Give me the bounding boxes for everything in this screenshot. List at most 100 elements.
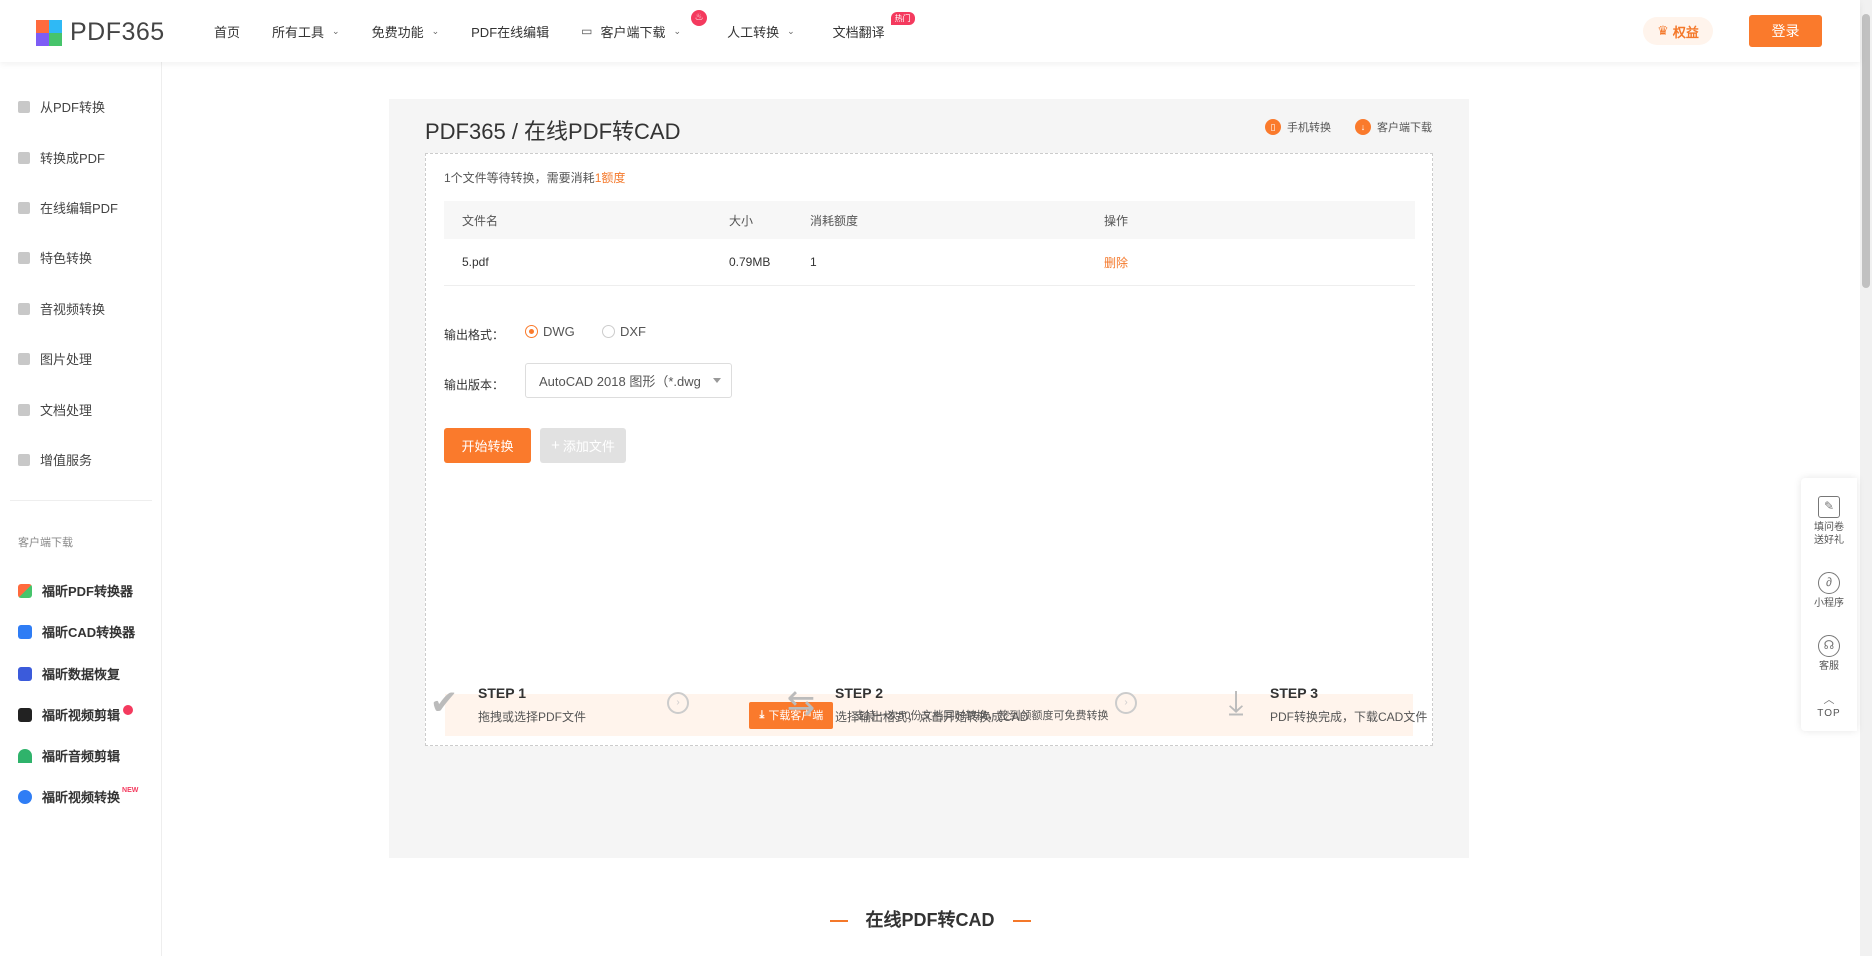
upload-area[interactable]: 1个文件等待转换，需要消耗1额度 文件名 大小 消耗额度 操作 5.pdf 0.… xyxy=(425,153,1433,746)
video-editor-icon xyxy=(18,707,32,722)
title-dash xyxy=(829,920,848,923)
add-file-button[interactable]: + 添加文件 xyxy=(540,428,626,463)
radio-label: DXF xyxy=(620,324,646,339)
sidebar: 从PDF转换 转换成PDF 在线编辑PDF 特色转换 音视频转换 图片处理 文档… xyxy=(0,62,162,956)
new-badge: NEW xyxy=(122,787,139,794)
top-label: TOP xyxy=(1817,708,1841,719)
start-convert-button[interactable]: 开始转换 xyxy=(444,428,531,463)
shield-icon xyxy=(18,251,30,264)
survey-label: 填问卷送好礼 xyxy=(1814,522,1844,546)
title-dash xyxy=(1012,920,1031,923)
app-data-recovery[interactable]: 福昕数据恢复 xyxy=(18,664,120,683)
convert-icon xyxy=(18,100,30,113)
nav-label: 免费功能 xyxy=(371,24,424,40)
sidebar-item-document[interactable]: 文档处理 xyxy=(18,400,92,419)
sidebar-item-edit-pdf[interactable]: 在线编辑PDF xyxy=(18,198,118,217)
nav-label: 客户端下载 xyxy=(600,24,666,40)
cad-converter-icon xyxy=(18,624,32,639)
main-nav: 首页 所有工具 ⌄ 免费功能 ⌄ PDF在线编辑 ▭ 客户端下载 ⌄ ♨ 人工转换 ⌄ 文档… xyxy=(214,0,917,62)
nav-pdf-online-edit[interactable]: PDF在线编辑 xyxy=(471,22,549,41)
app-label: 福昕视频剪辑 xyxy=(42,708,121,723)
add-file-label: 添加文件 xyxy=(562,439,615,454)
nav-label: 所有工具 xyxy=(272,24,325,40)
step-2: ⇆ STEP 2 选择输出格式，点击开始转换成CAD xyxy=(781,683,1029,725)
chevron-down-icon: ⌄ xyxy=(332,25,340,36)
sidebar-item-to-pdf[interactable]: 转换成PDF xyxy=(18,148,105,167)
file-table-header: 文件名 大小 消耗额度 操作 xyxy=(444,201,1415,239)
col-action: 操作 xyxy=(1104,213,1129,228)
sidebar-item-label: 增值服务 xyxy=(40,453,93,468)
headset-icon: ☊ xyxy=(1818,635,1840,657)
step-desc: 拖拽或选择PDF文件 xyxy=(478,710,587,724)
rights-label: 权益 xyxy=(1672,24,1699,40)
sidebar-item-value-added[interactable]: 增值服务 xyxy=(18,450,92,469)
nav-manual-convert[interactable]: 人工转换 ⌄ xyxy=(727,22,795,41)
sidebar-item-label: 文档处理 xyxy=(40,403,93,418)
file-size: 0.79MB xyxy=(729,255,771,269)
col-size: 大小 xyxy=(729,213,754,228)
pdf365-logo[interactable]: PDF365 xyxy=(36,18,165,47)
sidebar-item-from-pdf[interactable]: 从PDF转换 xyxy=(18,97,105,116)
sidebar-item-label: 图片处理 xyxy=(40,352,93,367)
rights-button[interactable]: ♛ 权益 xyxy=(1643,17,1713,45)
sidebar-download-heading: 客户端下载 xyxy=(18,537,73,549)
mobile-label: 手机转换 xyxy=(1287,122,1331,134)
nav-label: 文档翻译 xyxy=(832,24,885,40)
video-converter-icon xyxy=(18,789,32,804)
status-prefix: 1个文件等待转换，需要消耗 xyxy=(444,171,595,185)
back-to-top-button[interactable]: ︿ TOP xyxy=(1801,694,1857,720)
top-nav-bar: PDF365 首页 所有工具 ⌄ 免费功能 ⌄ PDF在线编辑 ▭ 客户端下载 ⌄ ♨ 人… xyxy=(0,0,1860,62)
radio-dxf[interactable]: DXF xyxy=(602,324,646,339)
download-tray-icon: ⤓ xyxy=(1228,684,1244,722)
section-title: 在线PDF转CAD xyxy=(0,906,1860,932)
nav-doc-translate[interactable]: 文档翻译 热门 xyxy=(832,11,915,41)
client-download-link[interactable]: ↓ 客户端下载 xyxy=(1355,119,1432,135)
sidebar-item-av[interactable]: 音视频转换 xyxy=(18,299,105,318)
version-select[interactable]: AutoCAD 2018 图形（*.dwg xyxy=(525,363,732,398)
client-label: 客户端下载 xyxy=(1377,122,1432,134)
app-pdf-converter[interactable]: 福昕PDF转换器 xyxy=(18,581,133,600)
step-desc: PDF转换完成，下载CAD文件 xyxy=(1270,710,1428,724)
step-1: ✔ STEP 1 拖拽或选择PDF文件 xyxy=(424,683,586,725)
sidebar-item-image[interactable]: 图片处理 xyxy=(18,349,92,368)
login-button[interactable]: 登录 xyxy=(1749,15,1822,47)
app-cad-converter[interactable]: 福昕CAD转换器 xyxy=(18,622,135,641)
chevron-up-icon: ︿ xyxy=(1823,694,1835,706)
app-label: 福昕视频转换 xyxy=(42,790,121,805)
sidebar-item-label: 从PDF转换 xyxy=(40,100,106,115)
nav-home[interactable]: 首页 xyxy=(214,22,240,41)
step-title: STEP 2 xyxy=(835,685,883,701)
scrollbar-thumb[interactable] xyxy=(1862,14,1870,288)
mobile-convert-link[interactable]: ▯ 手机转换 xyxy=(1265,119,1331,135)
nav-label: 首页 xyxy=(214,24,241,40)
pdf-converter-icon xyxy=(18,583,32,598)
col-filename: 文件名 xyxy=(462,213,499,228)
page-title: PDF365 / 在线PDF转CAD xyxy=(425,119,681,144)
nav-client-download[interactable]: ▭ 客户端下载 ⌄ ♨ xyxy=(581,9,708,41)
delete-link[interactable]: 删除 xyxy=(1104,239,1128,285)
step-3: ⤓ STEP 3 PDF转换完成，下载CAD文件 xyxy=(1216,683,1427,725)
sidebar-item-special[interactable]: 特色转换 xyxy=(18,248,92,267)
customer-service-button[interactable]: ☊ 客服 xyxy=(1801,635,1857,673)
image-icon xyxy=(18,352,30,365)
arrow-right-icon: › xyxy=(1115,692,1137,714)
survey-button[interactable]: ✎ 填问卷送好礼 xyxy=(1801,496,1857,547)
survey-icon: ✎ xyxy=(1818,496,1840,518)
miniprogram-button[interactable]: ∂ 小程序 xyxy=(1801,572,1857,610)
sidebar-item-label: 转换成PDF xyxy=(40,151,106,166)
nav-free-features[interactable]: 免费功能 ⌄ xyxy=(372,22,440,41)
version-label: 输出版本： xyxy=(444,378,505,392)
app-video-converter[interactable]: 福昕视频转换 NEW xyxy=(18,787,138,806)
radio-dwg[interactable]: DWG xyxy=(525,324,575,339)
logo-text: PDF365 xyxy=(70,18,165,46)
nav-all-tools[interactable]: 所有工具 ⌄ xyxy=(272,22,340,41)
arrow-right-icon: › xyxy=(667,692,689,714)
wait-status: 1个文件等待转换，需要消耗1额度 xyxy=(444,169,625,186)
logo-icon xyxy=(36,19,62,46)
chevron-down-icon: ⌄ xyxy=(431,25,440,36)
app-audio-editor[interactable]: 福昕音频剪辑 xyxy=(18,746,120,765)
media-icon xyxy=(18,302,30,315)
sidebar-item-label: 音视频转换 xyxy=(40,302,106,317)
miniprogram-icon: ∂ xyxy=(1818,572,1840,594)
app-video-editor[interactable]: 福昕视频剪辑 xyxy=(18,704,134,724)
